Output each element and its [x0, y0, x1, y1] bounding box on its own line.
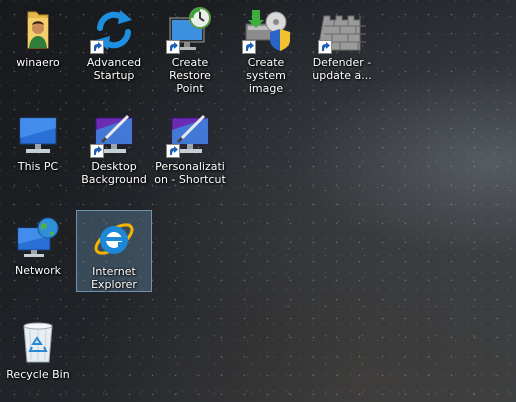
shortcut-arrow-icon	[242, 40, 256, 54]
desktop-icon-label: Create system image	[246, 56, 286, 95]
desktop-icon-label: Recycle Bin	[6, 368, 70, 381]
desktop-icon-network[interactable]: Network	[0, 210, 76, 292]
desktop-icon-personalization-shortcut[interactable]: Personalization - Shortcut	[152, 106, 228, 188]
desktop-icon-winaero[interactable]: winaero	[0, 2, 76, 84]
monitor-icon	[19, 117, 57, 153]
desktop-icon-label: Desktop Background	[81, 160, 147, 186]
desktop-icon-label: Internet Explorer	[91, 265, 137, 291]
desktop-icon-label: This PC	[17, 160, 59, 173]
shortcut-arrow-icon	[90, 144, 104, 158]
desktop-icon-advanced-startup[interactable]: Advanced Startup	[76, 2, 152, 84]
desktop-icon-label: Personalization - Shortcut	[154, 160, 226, 186]
desktop-icon-desktop-background[interactable]: Desktop Background	[76, 106, 152, 188]
shortcut-arrow-icon	[166, 144, 180, 158]
desktop-icon-this-pc[interactable]: This PC	[0, 106, 76, 188]
recycle-bin-icon	[23, 322, 53, 363]
network-globe-icon	[17, 217, 59, 257]
desktop-icon-create-system-image[interactable]: Create system image	[228, 2, 304, 95]
desktop-icon-label: Network	[15, 264, 61, 277]
internet-explorer-icon	[94, 223, 134, 255]
desktop-icon-label: Advanced Startup	[86, 56, 142, 82]
desktop-icon-recycle-bin[interactable]: Recycle Bin	[0, 314, 76, 396]
shortcut-arrow-icon	[90, 40, 104, 54]
folder-user-icon	[27, 11, 49, 49]
shortcut-arrow-icon	[166, 40, 180, 54]
shortcut-arrow-icon	[318, 40, 332, 54]
desktop-icon-defender[interactable]: Defender - update a...	[304, 2, 380, 84]
desktop-icon-create-restore-point[interactable]: Create Restore Point	[152, 2, 228, 95]
desktop-icon-label: Create Restore Point	[169, 56, 211, 95]
desktop[interactable]: winaero Advanced Startup Create Restore …	[0, 0, 516, 402]
desktop-icon-label: winaero	[16, 56, 60, 69]
desktop-icon-internet-explorer[interactable]: Internet Explorer	[76, 210, 152, 292]
desktop-icon-label: Defender - update a...	[312, 56, 372, 82]
